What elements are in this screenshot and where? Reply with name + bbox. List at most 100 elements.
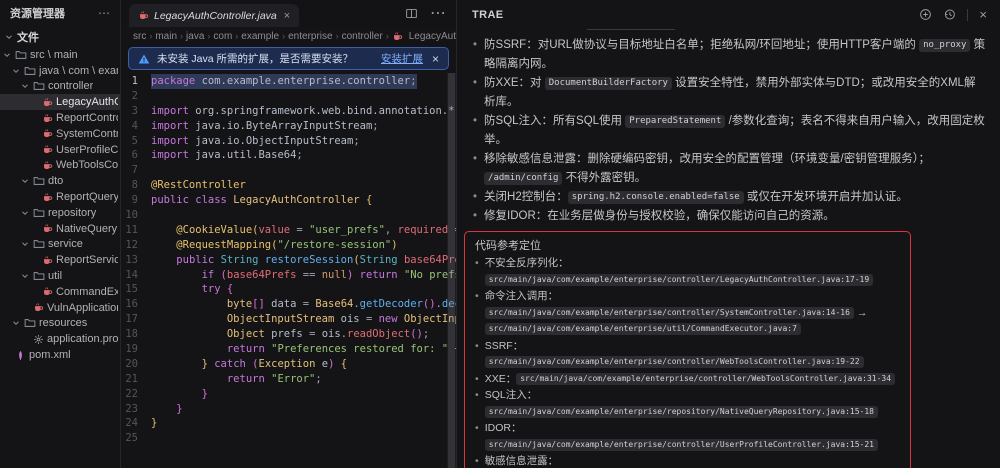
code-token: catch (214, 357, 252, 372)
code-token: public class (151, 193, 233, 208)
tree-file-systemcontrol[interactable]: SystemControl... (0, 126, 120, 142)
code-token (151, 327, 227, 342)
tab-legacyauthcontroller[interactable]: LegacyAuthController.java × (129, 4, 299, 27)
line-number: 14 (121, 268, 151, 283)
tree-folder-src-main[interactable]: src \ main (0, 47, 120, 63)
breadcrumb-item[interactable]: controller (342, 31, 383, 42)
breadcrumb-file[interactable]: LegacyAuthC (409, 31, 456, 42)
tree-file-pom-xml[interactable]: pom.xml (0, 347, 120, 363)
code-line-7[interactable]: 7 (121, 163, 456, 178)
code-line-13[interactable]: 13 public String restoreSession(String b… (121, 253, 456, 268)
inline-code-chip[interactable]: src/main/java/com/example/enterprise/con… (516, 373, 895, 385)
tab-close-icon[interactable]: × (284, 10, 290, 22)
inline-code-chip[interactable]: src/main/java/com/example/enterprise/con… (485, 439, 878, 451)
tree-folder-resources[interactable]: resources (0, 316, 120, 332)
code-token: ; (296, 148, 302, 163)
inline-code-chip[interactable]: src/main/java/com/example/enterprise/uti… (485, 323, 801, 335)
inline-code-chip: DocumentBuilderFactory (545, 77, 672, 90)
code-token: ObjectInputStream (227, 312, 334, 327)
breadcrumb-item[interactable]: main (155, 31, 177, 42)
folder-icon (33, 175, 45, 187)
code-line-5[interactable]: 5import java.io.ObjectInputStream; (121, 134, 456, 149)
code-line-20[interactable]: 20 } catch (Exception e) { (121, 357, 456, 372)
code-line-23[interactable]: 23 } (121, 402, 456, 417)
bullet-icon: • (473, 112, 477, 150)
code-token: import (151, 134, 189, 149)
code-line-12[interactable]: 12 @RequestMapping("/restore-session") (121, 238, 456, 253)
tree-file-nativequeryr[interactable]: NativeQueryR... (0, 221, 120, 237)
editor-scrollbar-thumb[interactable] (448, 73, 455, 468)
files-section-header[interactable]: 文件 (0, 26, 120, 47)
explorer-sidebar: 资源管理器 ⋯ 文件 src \ mainjava \ com \ exampl… (0, 0, 121, 468)
tree-folder-dto[interactable]: dto (0, 173, 120, 189)
code-line-10[interactable]: 10 (121, 208, 456, 223)
breadcrumb-item[interactable]: enterprise (288, 31, 332, 42)
breadcrumb-item[interactable]: example (241, 31, 279, 42)
code-line-11[interactable]: 11 @CookieValue(value = "user_prefs", re… (121, 223, 456, 238)
code-token: ; (423, 327, 429, 342)
tree-folder-service[interactable]: service (0, 237, 120, 253)
editor-scrollbar[interactable] (447, 73, 456, 468)
code-line-18[interactable]: 18 Object prefs = ois.readObject(); (121, 327, 456, 342)
code-token: import (151, 119, 189, 134)
inline-code-chip[interactable]: src/main/java/com/example/enterprise/con… (485, 274, 874, 286)
code-line-16[interactable]: 16 byte[] data = Base64.getDecoder().dec… (121, 297, 456, 312)
split-editor-icon[interactable] (405, 7, 418, 20)
tree-folder-java-com-exampl[interactable]: java \ com \ exampl... (0, 63, 120, 79)
panel-close-icon[interactable]: × (979, 7, 987, 22)
code-line-15[interactable]: 15 try { (121, 282, 456, 297)
tree-file-reportqueryd[interactable]: ReportQueryD... (0, 189, 120, 205)
code-token: value (258, 223, 290, 238)
code-token: getDecoder (360, 297, 423, 312)
code-line-14[interactable]: 14 if (base64Prefs == null) return "No p… (121, 268, 456, 283)
install-extension-link[interactable]: 安装扩展 (381, 51, 423, 66)
tree-file-reportcontroll[interactable]: ReportControll... (0, 110, 120, 126)
code-editor[interactable]: 1package com.example.enterprise.controll… (121, 73, 456, 446)
tree-file-legacyauthco[interactable]: LegacyAuthCo... (0, 94, 120, 110)
line-number: 4 (121, 119, 151, 134)
recommendation-item: •移除敏感信息泄露：删除硬编码密钥，改用安全的配置管理（环境变量/密钥管理服务）… (473, 150, 986, 188)
code-line-21[interactable]: 21 return "Error"; (121, 372, 456, 387)
code-line-3[interactable]: 3import org.springframework.web.bind.ann… (121, 104, 456, 119)
explorer-more-icon[interactable]: ⋯ (98, 6, 111, 20)
tree-item-label: VulnApplication.j... (47, 302, 118, 314)
code-line-1[interactable]: 1package com.example.enterprise.controll… (121, 74, 456, 89)
code-line-8[interactable]: 8@RestController (121, 178, 456, 193)
code-token: , (385, 223, 398, 238)
breadcrumb-item[interactable]: com (213, 31, 232, 42)
code-token: ) (391, 238, 397, 253)
editor-more-icon[interactable]: ⋯ (430, 3, 446, 23)
code-reference-text: SSRF：src/main/java/com/example/enterpris… (485, 338, 900, 371)
tree-folder-util[interactable]: util (0, 268, 120, 284)
code-line-24[interactable]: 24} (121, 416, 456, 431)
bullet-icon: • (475, 288, 479, 338)
tree-folder-repository[interactable]: repository (0, 205, 120, 221)
tree-file-application-prop[interactable]: application.prop... (0, 331, 120, 347)
code-line-6[interactable]: 6import java.util.Base64; (121, 148, 456, 163)
code-line-9[interactable]: 9public class LegacyAuthController { (121, 193, 456, 208)
code-line-25[interactable]: 25 (121, 431, 456, 446)
code-line-2[interactable]: 2 (121, 89, 456, 104)
notification-close-icon[interactable]: × (430, 52, 439, 66)
tree-folder-controller[interactable]: controller (0, 79, 120, 95)
tree-item-label: ReportService.... (56, 254, 118, 266)
tree-file-vulnapplication-j[interactable]: VulnApplication.j... (0, 300, 120, 316)
new-chat-icon[interactable] (919, 8, 932, 21)
code-line-17[interactable]: 17 ObjectInputStream ois = new ObjectInp… (121, 312, 456, 327)
inline-code-chip[interactable]: src/main/java/com/example/enterprise/con… (485, 307, 854, 319)
code-token: "/restore-session" (277, 238, 391, 253)
code-token: ) (347, 268, 360, 283)
tree-file-commandexe[interactable]: CommandExe... (0, 284, 120, 300)
breadcrumb-item[interactable]: java (186, 31, 204, 42)
breadcrumb-item[interactable]: src (133, 31, 146, 42)
code-line-19[interactable]: 19 return "Preferences restored for: " +… (121, 342, 456, 357)
history-icon[interactable] (943, 8, 956, 21)
line-number: 1 (121, 74, 151, 89)
tree-file-webtoolscont[interactable]: WebToolsCont... (0, 158, 120, 174)
inline-code-chip[interactable]: src/main/java/com/example/enterprise/con… (485, 356, 864, 368)
code-line-4[interactable]: 4import java.io.ByteArrayInputStream; (121, 119, 456, 134)
tree-file-reportservice[interactable]: ReportService.... (0, 252, 120, 268)
inline-code-chip[interactable]: src/main/java/com/example/enterprise/rep… (485, 406, 878, 418)
code-line-22[interactable]: 22 } (121, 387, 456, 402)
tree-file-userprofileco[interactable]: UserProfileCo... (0, 142, 120, 158)
